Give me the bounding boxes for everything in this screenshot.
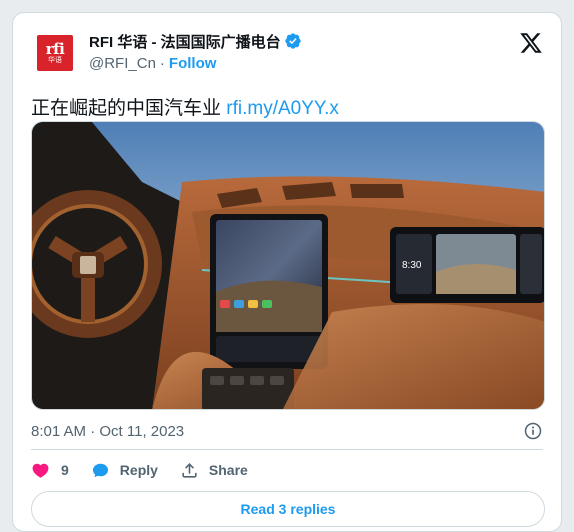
- tweet-body: 正在崛起的中国汽车业: [31, 98, 222, 119]
- verified-badge-icon: [284, 33, 301, 49]
- avatar[interactable]: rfi 华语: [31, 29, 79, 77]
- tweet-actions: 9 Reply Share: [31, 459, 270, 481]
- tweet-media-image[interactable]: 8:30: [31, 121, 545, 410]
- reply-bubble-icon: [92, 463, 108, 477]
- tweet-timestamp[interactable]: 8:01 AM · Oct 11, 2023: [31, 423, 184, 440]
- tweet-card: rfi 华语 RFI 华语 - 法国国际广播电台 @RFI_Cn · Follo…: [12, 12, 562, 532]
- share-icon: [182, 462, 197, 478]
- heart-icon: [32, 463, 49, 478]
- avatar-logo-subtext: 华语: [48, 57, 62, 64]
- share-label: Share: [208, 462, 248, 478]
- reply-label: Reply: [119, 462, 158, 478]
- account-names: RFI 华语 - 法国国际广播电台 @RFI_Cn · Follow: [89, 31, 302, 73]
- account-handle[interactable]: @RFI_Cn: [89, 55, 156, 72]
- reply-button[interactable]: Reply: [91, 461, 158, 480]
- read-replies-button[interactable]: Read 3 replies: [31, 491, 545, 527]
- share-button[interactable]: Share: [180, 461, 248, 480]
- separator-dot: ·: [159, 54, 165, 72]
- divider: [31, 449, 543, 450]
- tweet-link[interactable]: rfi.my/A0YY.x: [226, 98, 339, 119]
- like-count: 9: [61, 462, 69, 478]
- like-button[interactable]: 9: [31, 461, 69, 480]
- car-interior-photo: 8:30: [32, 122, 544, 409]
- info-icon[interactable]: [523, 421, 543, 441]
- follow-button[interactable]: Follow: [169, 55, 217, 72]
- rfi-logo: rfi 华语: [37, 35, 73, 71]
- tweet-header: rfi 华语 RFI 华语 - 法国国际广播电台 @RFI_Cn · Follo…: [31, 29, 545, 77]
- avatar-logo-text: rfi: [45, 40, 65, 58]
- display-name[interactable]: RFI 华语 - 法国国际广播电台: [89, 31, 281, 52]
- tweet-text: 正在崛起的中国汽车业 rfi.my/A0YY.x: [31, 97, 339, 121]
- timestamp-row: 8:01 AM · Oct 11, 2023: [31, 421, 543, 441]
- screen-clock-text: 8:30: [402, 260, 422, 271]
- x-logo-icon[interactable]: [519, 31, 543, 55]
